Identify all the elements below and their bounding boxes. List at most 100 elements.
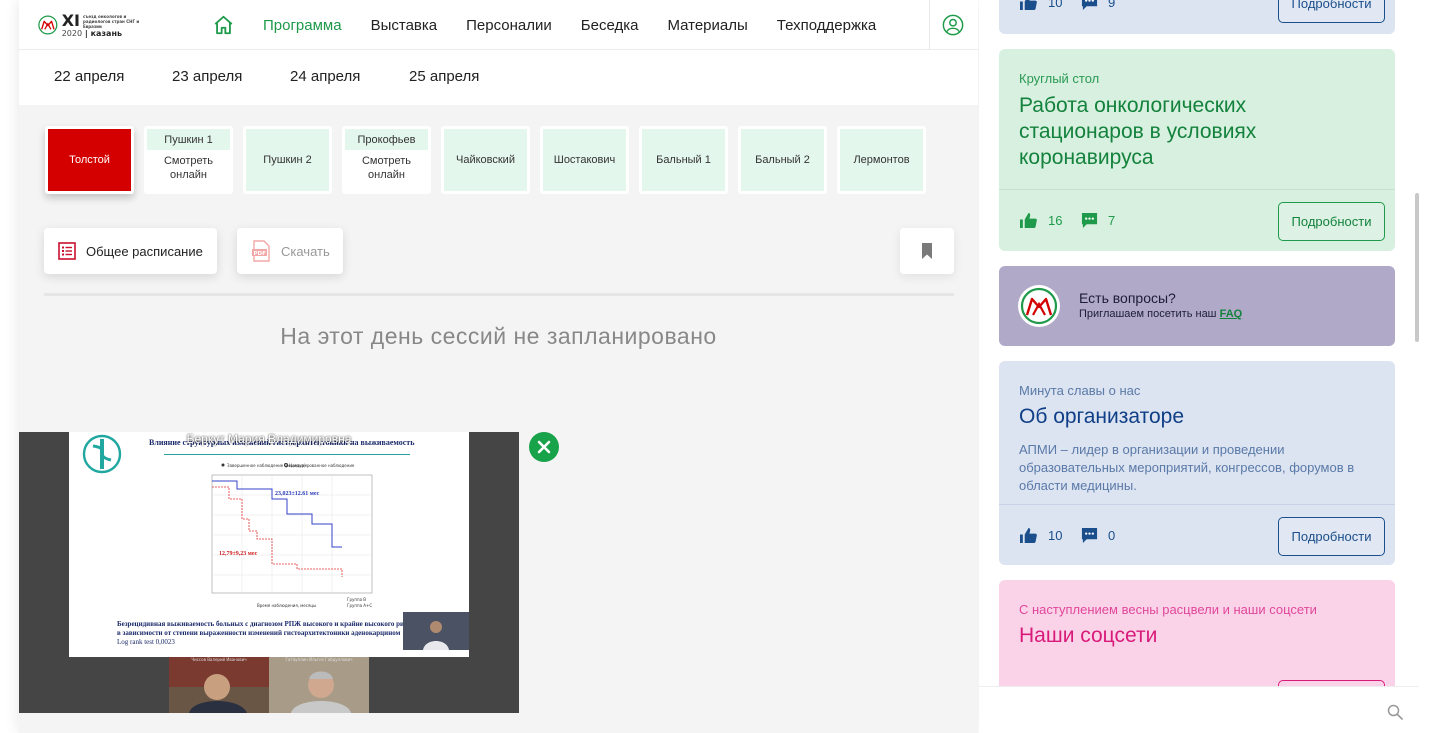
user-account-icon[interactable] bbox=[942, 14, 964, 36]
hall-pushkin-2[interactable]: Пушкин 2 bbox=[243, 126, 332, 194]
comment-counter[interactable]: 7 bbox=[1081, 212, 1115, 229]
stat-group-b: 23,023±12.61 мес bbox=[275, 491, 320, 497]
hall-pushkin-1[interactable]: Пушкин 1 Смотреть онлайн bbox=[144, 126, 233, 194]
nav-gazebo[interactable]: Беседка bbox=[581, 17, 639, 34]
card-category: Круглый стол bbox=[1019, 71, 1100, 86]
news-card-round-table[interactable]: Круглый стол Работа онкологических стаци… bbox=[999, 49, 1395, 251]
slide-caption: Безрецидивная выживаемость больных с диа… bbox=[117, 620, 415, 637]
hall-tolstoy[interactable]: Толстой bbox=[45, 126, 134, 194]
nav-exhibition[interactable]: Выставка bbox=[371, 17, 438, 34]
watch-online-link[interactable]: Смотреть онлайн bbox=[345, 154, 428, 182]
topbar-divider bbox=[929, 0, 930, 50]
no-sessions-message: На этот день сессий не запланировано bbox=[280, 323, 717, 349]
news-card-organizer[interactable]: Минута славы о нас Об организаторе АПМИ … bbox=[999, 361, 1395, 565]
details-button[interactable]: Подробности bbox=[1278, 517, 1385, 556]
nav-materials[interactable]: Материалы bbox=[667, 17, 747, 34]
card-title[interactable]: Наши соцсети bbox=[1019, 623, 1369, 649]
hall-lermontov[interactable]: Лермонтов bbox=[837, 126, 926, 194]
close-video-button[interactable] bbox=[529, 432, 559, 462]
logo-numeral: XI bbox=[61, 10, 80, 30]
like-count: 10 bbox=[1048, 0, 1063, 10]
like-counter[interactable]: 16 bbox=[1019, 212, 1062, 229]
tab-day-23[interactable]: 23 апреля bbox=[172, 68, 242, 85]
hall-tchaikovsky[interactable]: Чайковский bbox=[441, 126, 530, 194]
hall-label: Бальный 1 bbox=[656, 154, 711, 166]
participant-camera-2: Гатауллин Ильгиз Габдуллович bbox=[269, 657, 369, 713]
comment-counter[interactable]: 0 bbox=[1081, 527, 1115, 544]
participant-name: Гатауллин Ильгиз Габдуллович bbox=[285, 657, 353, 662]
pdf-file-icon: PDF bbox=[252, 240, 270, 262]
hall-shostakovich[interactable]: Шостакович bbox=[540, 126, 629, 194]
card-title[interactable]: Работа онкологических стационаров в усло… bbox=[1019, 93, 1369, 171]
faq-title: Есть вопросы? bbox=[1079, 290, 1176, 306]
hall-label: Чайковский bbox=[456, 154, 515, 166]
hall-label: Лермонтов bbox=[853, 154, 910, 166]
logo-text: XI съезд онкологов и радиологов стран СНГ… bbox=[61, 10, 143, 38]
tab-day-24[interactable]: 24 апреля bbox=[290, 68, 360, 85]
legend-group-ac: Группа А+С bbox=[347, 603, 372, 608]
tab-day-22[interactable]: 22 апреля bbox=[54, 68, 124, 85]
comment-count: 0 bbox=[1108, 528, 1116, 543]
nav-program[interactable]: Программа bbox=[263, 17, 342, 34]
sidebar-scrollbar[interactable] bbox=[1415, 193, 1419, 342]
news-card-top: 10 9 Подробности bbox=[999, 0, 1395, 34]
hall-ballroom-2[interactable]: Бальный 2 bbox=[738, 126, 827, 194]
participant-name: Чиссов Валерий Иванович bbox=[191, 657, 247, 662]
slide-rule bbox=[164, 454, 410, 455]
list-icon bbox=[58, 242, 76, 260]
like-count: 10 bbox=[1048, 528, 1063, 543]
nav-support[interactable]: Техподдержка bbox=[777, 17, 876, 34]
legend-group-b: Группа В bbox=[347, 597, 366, 602]
speaker-name: Беркут Мария Владимировна bbox=[186, 432, 352, 446]
download-pdf-button[interactable]: PDF Скачать bbox=[237, 228, 343, 274]
card-description: АПМИ – лидер в организации и проведении … bbox=[1019, 442, 1355, 493]
like-count: 16 bbox=[1048, 213, 1063, 228]
download-label: Скачать bbox=[281, 243, 330, 259]
tab-day-25[interactable]: 25 апреля bbox=[409, 68, 479, 85]
watch-online-link[interactable]: Смотреть онлайн bbox=[147, 154, 230, 182]
congress-logo[interactable]: XI съезд онкологов и радиологов стран СНГ… bbox=[38, 9, 143, 41]
logo-emblem-icon bbox=[38, 15, 58, 35]
comment-count: 9 bbox=[1108, 0, 1116, 10]
details-button[interactable]: Подробности bbox=[1278, 0, 1385, 23]
video-player[interactable]: Влияние структурных изменений гистоархит… bbox=[19, 432, 519, 713]
presentation-slide: Влияние структурных изменений гистоархит… bbox=[69, 432, 469, 657]
home-icon[interactable] bbox=[212, 14, 235, 36]
hall-label: Пушкин 2 bbox=[263, 154, 312, 166]
faq-link[interactable]: FAQ bbox=[1220, 308, 1243, 320]
general-schedule-button[interactable]: Общее расписание bbox=[44, 228, 217, 274]
card-footer: 16 7 Подробности bbox=[999, 189, 1395, 251]
details-button[interactable]: Подробности bbox=[1278, 202, 1385, 241]
app: XI съезд онкологов и радиологов стран СНГ… bbox=[0, 0, 1436, 733]
card-category: С наступлением весны расцвели и наши соц… bbox=[1019, 602, 1317, 617]
hall-ballroom-1[interactable]: Бальный 1 bbox=[639, 126, 728, 194]
congress-logo-icon bbox=[1018, 285, 1060, 327]
hall-label: Толстой bbox=[69, 154, 110, 166]
card-footer: 10 0 Подробности bbox=[999, 504, 1395, 565]
comment-counter[interactable]: 9 bbox=[1081, 0, 1115, 11]
hall-prokofiev[interactable]: Прокофьев Смотреть онлайн bbox=[342, 126, 431, 194]
logo-year: 2020 bbox=[61, 28, 83, 38]
hall-label: Пушкин 1 bbox=[147, 129, 230, 150]
bookmark-button[interactable] bbox=[900, 228, 954, 274]
svg-text:PDF: PDF bbox=[254, 251, 267, 257]
axis-x-label: Время наблюдения, месяцы bbox=[257, 603, 316, 608]
schedule-label: Общее расписание bbox=[86, 243, 203, 259]
card-category: Минута славы о нас bbox=[1019, 383, 1141, 398]
search-icon[interactable] bbox=[1387, 704, 1403, 720]
thumbs-up-icon bbox=[1020, 0, 1037, 11]
card-title[interactable]: Об организаторе bbox=[1019, 404, 1369, 430]
news-sidebar[interactable]: 10 9 Подробности Круглый стол Работа онк… bbox=[979, 0, 1419, 733]
survival-curve-plot: Завершенное наблюдение (рецидив) Цензури… bbox=[187, 459, 387, 619]
search-bar[interactable] bbox=[979, 686, 1419, 733]
hall-selector: Толстой Пушкин 1 Смотреть онлайн Пушкин … bbox=[45, 126, 936, 194]
participant-avatar-icon bbox=[269, 657, 369, 713]
nav-people[interactable]: Персоналии bbox=[466, 17, 552, 34]
like-counter[interactable]: 10 bbox=[1019, 527, 1062, 544]
like-counter[interactable]: 10 bbox=[1019, 0, 1062, 11]
stat-group-ac: 12,79±9,23 мес bbox=[219, 551, 258, 557]
bookmark-icon bbox=[922, 243, 932, 259]
comment-icon bbox=[1081, 527, 1098, 544]
faq-banner[interactable]: Есть вопросы? Приглашаем посетить наш FA… bbox=[999, 266, 1395, 346]
divider bbox=[44, 293, 954, 296]
